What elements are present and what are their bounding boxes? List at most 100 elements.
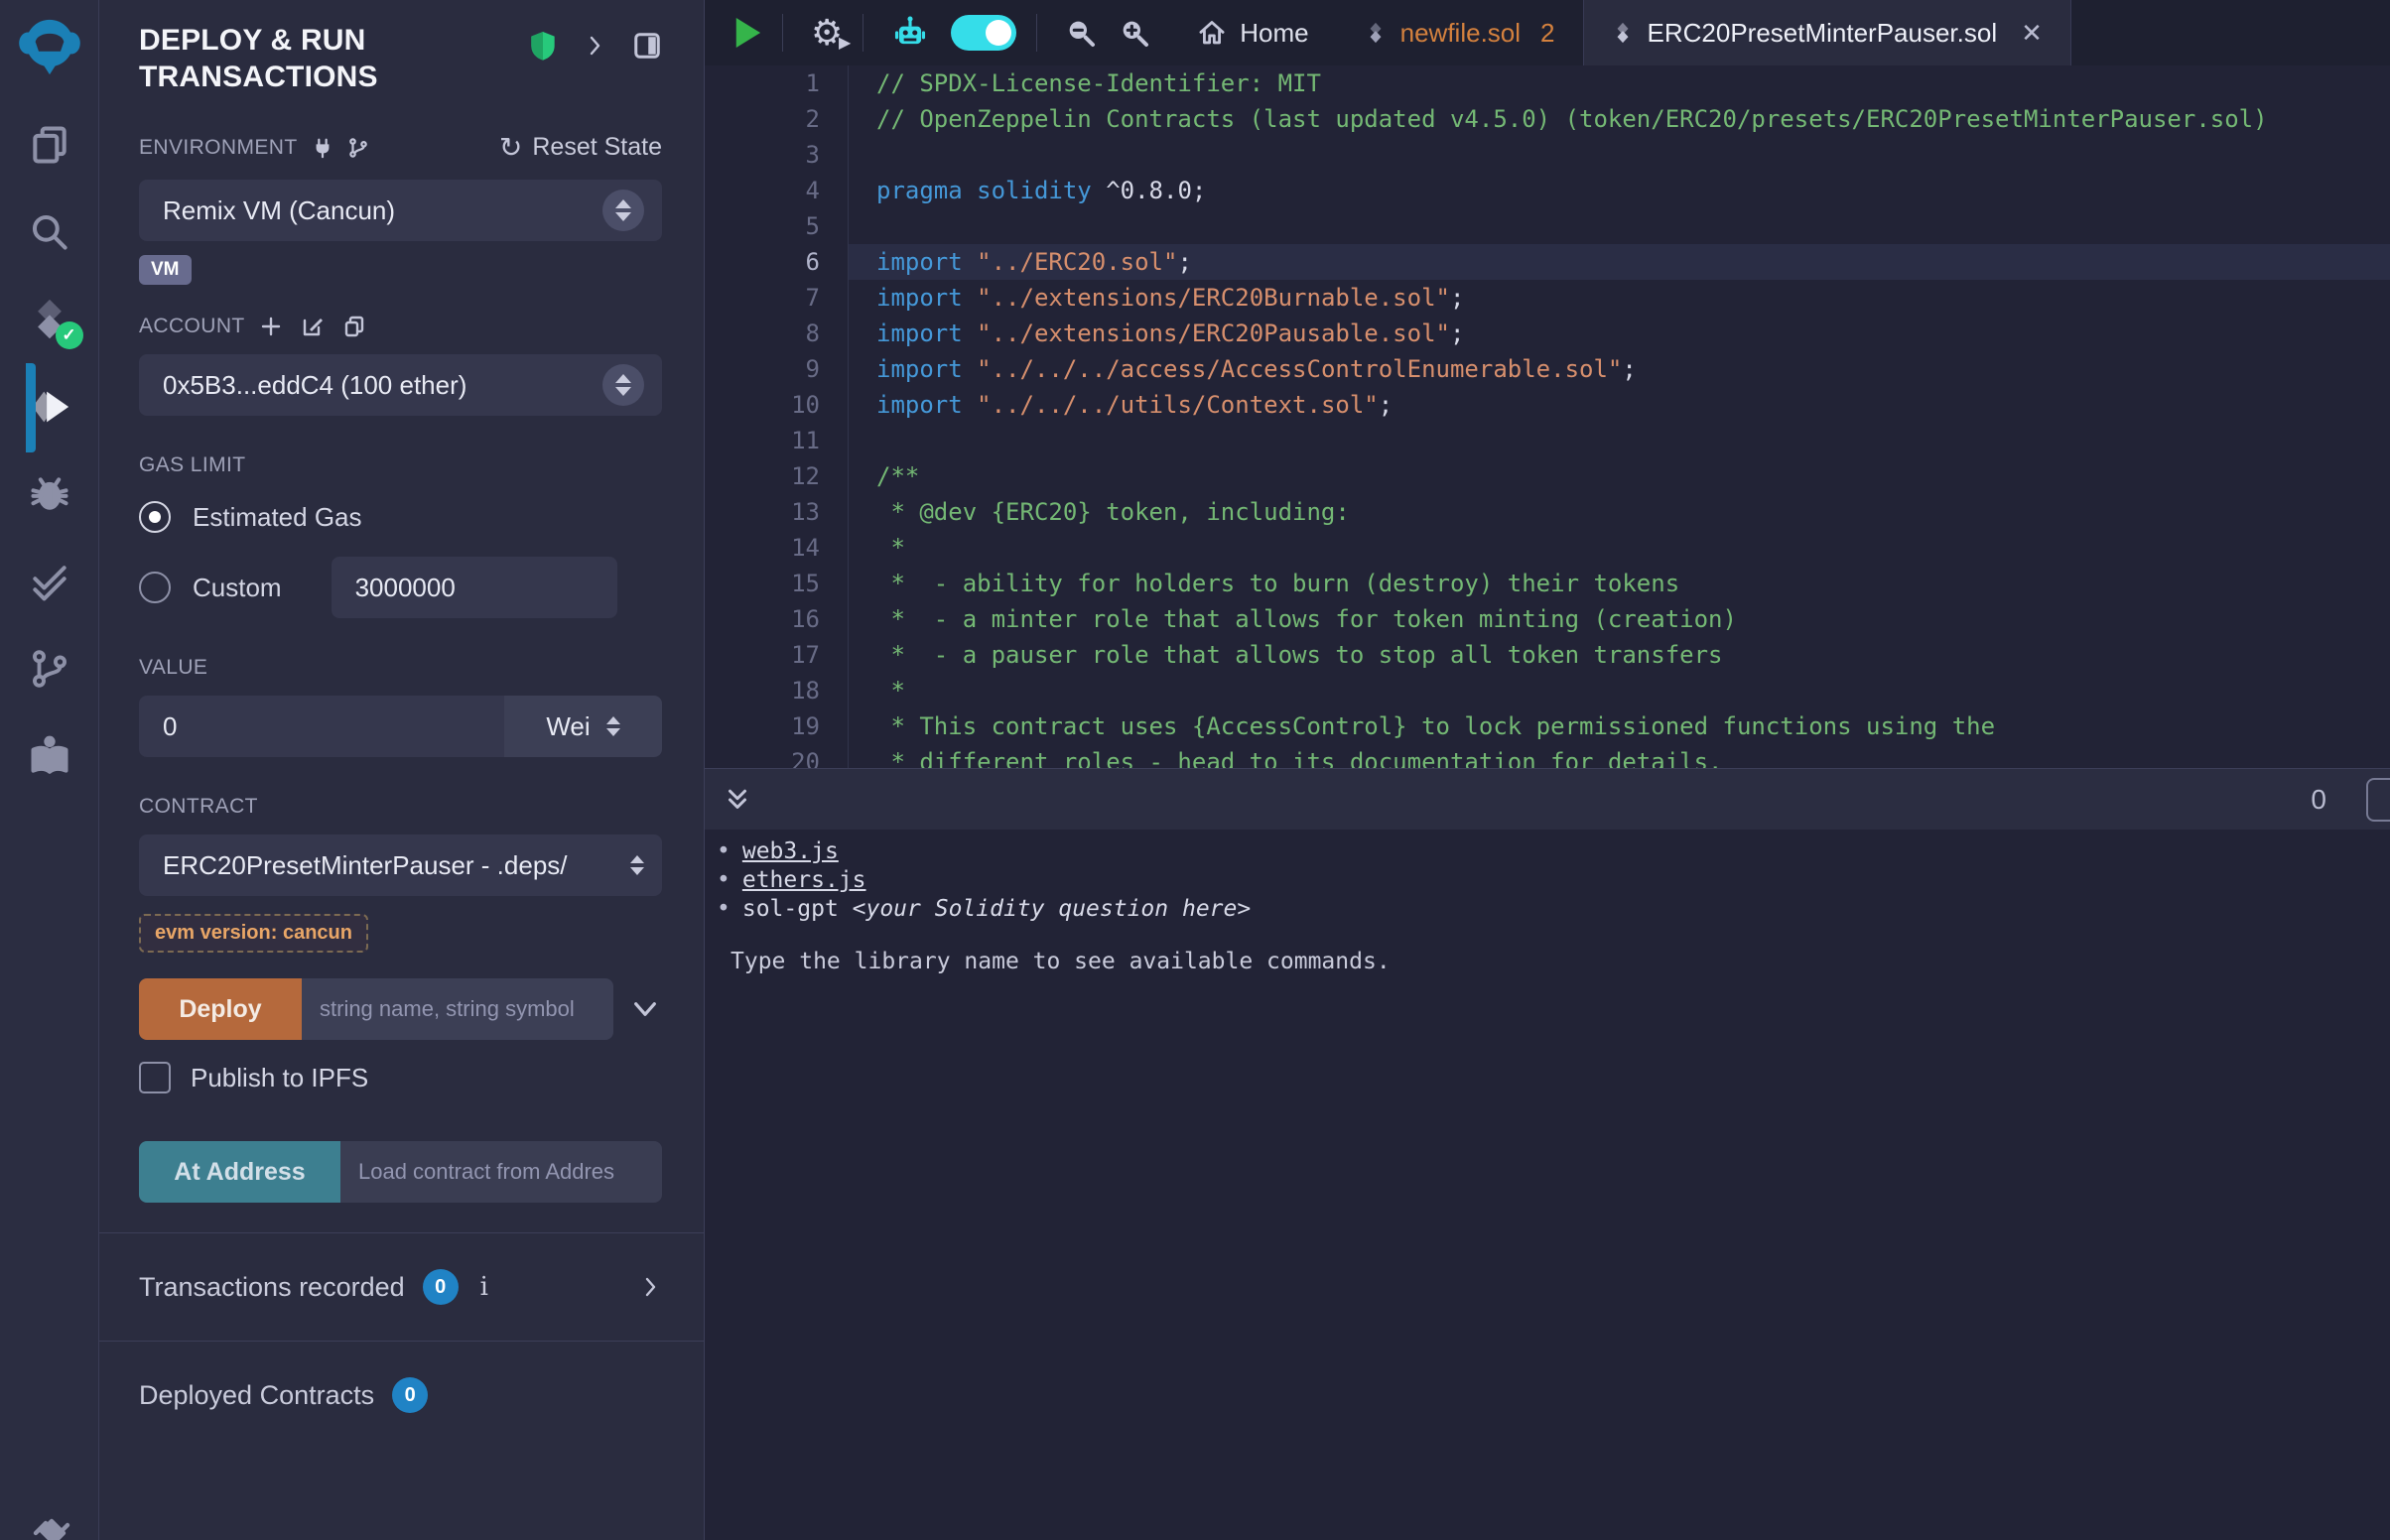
contract-select[interactable]: ERC20PresetMinterPauser - .deps/ bbox=[139, 834, 662, 896]
code-line[interactable]: 10import "../../../utils/Context.sol"; bbox=[705, 387, 2390, 423]
fork-small-icon[interactable] bbox=[347, 137, 369, 159]
code-line[interactable]: 5 bbox=[705, 208, 2390, 244]
at-address-input[interactable] bbox=[340, 1141, 662, 1203]
terminal-link[interactable]: ethers.js bbox=[742, 867, 866, 893]
code-line[interactable]: 7import "../extensions/ERC20Burnable.sol… bbox=[705, 280, 2390, 316]
edit-account-icon[interactable] bbox=[301, 315, 325, 338]
at-address-button[interactable]: At Address bbox=[139, 1141, 340, 1203]
code-editor[interactable]: 1// SPDX-License-Identifier: MIT2// Open… bbox=[705, 65, 2390, 768]
line-number[interactable]: 4 bbox=[705, 173, 849, 208]
code-line[interactable]: 2// OpenZeppelin Contracts (last updated… bbox=[705, 101, 2390, 137]
sidebar-item-deploy-run[interactable] bbox=[26, 383, 73, 431]
line-number[interactable]: 1 bbox=[705, 65, 849, 101]
code-line[interactable]: 8import "../extensions/ERC20Pausable.sol… bbox=[705, 316, 2390, 351]
sidebar-item-git[interactable] bbox=[26, 645, 73, 693]
terminal-output: •web3.js•ethers.js•sol-gpt <your Solidit… bbox=[705, 830, 2390, 1540]
line-number[interactable]: 16 bbox=[705, 601, 849, 637]
code-text: * @dev {ERC20} token, including: bbox=[849, 494, 2390, 530]
code-line[interactable]: 18 * bbox=[705, 673, 2390, 708]
custom-gas-input[interactable] bbox=[332, 557, 617, 618]
expand-transactions-icon[interactable] bbox=[638, 1275, 662, 1299]
sidebar-item-plugin-manager[interactable] bbox=[26, 1503, 73, 1540]
line-number[interactable]: 15 bbox=[705, 566, 849, 601]
line-number[interactable]: 11 bbox=[705, 423, 849, 458]
sidebar-item-search[interactable] bbox=[26, 208, 73, 256]
deploy-args-input[interactable] bbox=[302, 978, 613, 1040]
code-line[interactable]: 12/** bbox=[705, 458, 2390, 494]
value-input[interactable] bbox=[139, 696, 504, 757]
expand-deploy-icon[interactable] bbox=[629, 993, 661, 1025]
expand-terminal-icon[interactable] bbox=[723, 785, 752, 815]
code-line[interactable]: 9import "../../../access/AccessControlEn… bbox=[705, 351, 2390, 387]
value-unit-select[interactable]: Wei bbox=[504, 696, 662, 757]
tab-newfile[interactable]: newfile.sol 2 bbox=[1337, 0, 1583, 65]
sidebar-item-file-explorer[interactable] bbox=[26, 121, 73, 169]
add-account-icon[interactable] bbox=[259, 315, 283, 338]
code-line[interactable]: 6import "../ERC20.sol"; bbox=[705, 244, 2390, 280]
environment-select[interactable]: Remix VM (Cancun) bbox=[139, 180, 662, 241]
copy-account-icon[interactable] bbox=[342, 315, 366, 338]
code-line[interactable]: 20 * different roles - head to its docum… bbox=[705, 744, 2390, 768]
line-number[interactable]: 14 bbox=[705, 530, 849, 566]
code-line[interactable]: 15 * - ability for holders to burn (dest… bbox=[705, 566, 2390, 601]
line-number[interactable]: 3 bbox=[705, 137, 849, 173]
line-number[interactable]: 17 bbox=[705, 637, 849, 673]
code-line[interactable]: 19 * This contract uses {AccessControl} … bbox=[705, 708, 2390, 744]
line-number[interactable]: 6 bbox=[705, 244, 849, 280]
code-line[interactable]: 17 * - a pauser role that allows to stop… bbox=[705, 637, 2390, 673]
line-number[interactable]: 20 bbox=[705, 744, 849, 768]
line-number[interactable]: 12 bbox=[705, 458, 849, 494]
line-number[interactable]: 13 bbox=[705, 494, 849, 530]
reset-state-button[interactable]: ↻ Reset State bbox=[499, 131, 662, 164]
custom-gas-radio[interactable] bbox=[139, 572, 171, 603]
line-number[interactable]: 8 bbox=[705, 316, 849, 351]
code-line[interactable]: 14 * bbox=[705, 530, 2390, 566]
zoom-out-icon[interactable] bbox=[1065, 17, 1097, 49]
code-text: pragma solidity ^0.8.0; bbox=[849, 173, 2390, 208]
code-lines: 1// SPDX-License-Identifier: MIT2// Open… bbox=[705, 65, 2390, 768]
line-number[interactable]: 5 bbox=[705, 208, 849, 244]
tab-home[interactable]: Home bbox=[1170, 0, 1336, 65]
sidebar-item-debugger[interactable] bbox=[26, 470, 73, 518]
pin-panel-icon[interactable] bbox=[632, 31, 662, 61]
code-line[interactable]: 3 bbox=[705, 137, 2390, 173]
line-number[interactable]: 18 bbox=[705, 673, 849, 708]
chevron-right-icon[interactable] bbox=[583, 34, 606, 58]
copilot-toggle[interactable] bbox=[951, 15, 1016, 51]
terminal-listen-count: 0 bbox=[2311, 784, 2326, 816]
info-icon[interactable]: i bbox=[480, 1272, 488, 1302]
sidebar-item-solidity-compiler[interactable]: ✓ bbox=[26, 296, 73, 343]
publish-ipfs-checkbox[interactable] bbox=[139, 1062, 171, 1093]
sidebar-item-unit-testing[interactable] bbox=[26, 558, 73, 605]
line-number[interactable]: 9 bbox=[705, 351, 849, 387]
code-line[interactable]: 4pragma solidity ^0.8.0; bbox=[705, 173, 2390, 208]
code-line[interactable]: 11 bbox=[705, 423, 2390, 458]
account-select[interactable]: 0x5B3...eddC4 (100 ether) bbox=[139, 354, 662, 416]
ai-copilot-icon[interactable] bbox=[891, 14, 929, 52]
terminal-search-box[interactable] bbox=[2366, 778, 2390, 822]
line-number[interactable]: 2 bbox=[705, 101, 849, 137]
line-number[interactable]: 19 bbox=[705, 708, 849, 744]
zoom-in-icon[interactable] bbox=[1119, 17, 1150, 49]
run-script-icon[interactable] bbox=[732, 16, 762, 50]
estimated-gas-radio[interactable] bbox=[139, 501, 171, 533]
deployed-contracts-section[interactable]: Deployed Contracts 0 bbox=[99, 1342, 704, 1449]
code-line[interactable]: 16 * - a minter role that allows for tok… bbox=[705, 601, 2390, 637]
remix-logo[interactable] bbox=[17, 16, 82, 81]
plug-small-icon[interactable] bbox=[312, 137, 333, 159]
code-text bbox=[849, 137, 2390, 173]
terminal-text: sol-gpt bbox=[742, 896, 853, 922]
code-line[interactable]: 1// SPDX-License-Identifier: MIT bbox=[705, 65, 2390, 101]
tab-erc20presetminterpauser[interactable]: ERC20PresetMinterPauser.sol ✕ bbox=[1583, 0, 2071, 65]
code-line[interactable]: 13 * @dev {ERC20} token, including: bbox=[705, 494, 2390, 530]
transactions-recorded-section[interactable]: Transactions recorded 0 i bbox=[99, 1233, 704, 1341]
line-number[interactable]: 10 bbox=[705, 387, 849, 423]
terminal-link[interactable]: web3.js bbox=[742, 838, 839, 864]
line-number[interactable]: 7 bbox=[705, 280, 849, 316]
sidebar-item-learneth[interactable] bbox=[26, 732, 73, 780]
script-config-button[interactable]: ⚙ ▶ bbox=[811, 15, 843, 51]
close-tab-icon[interactable]: ✕ bbox=[2021, 18, 2043, 49]
code-text: // SPDX-License-Identifier: MIT bbox=[849, 65, 2390, 101]
publish-ipfs-label: Publish to IPFS bbox=[191, 1063, 368, 1093]
deploy-button[interactable]: Deploy bbox=[139, 978, 302, 1040]
